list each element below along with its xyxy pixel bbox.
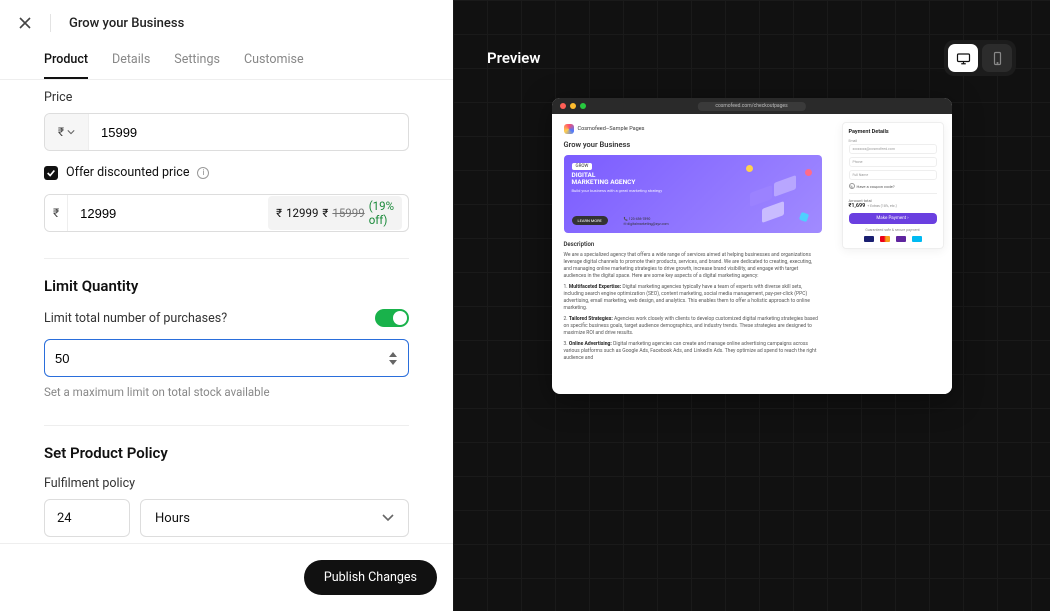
tab-product[interactable]: Product: [44, 46, 88, 79]
preview-page-right: Payment Details Email xxxxxxxx@cosmofeed…: [834, 114, 952, 394]
divider: [44, 258, 409, 259]
chevron-up-icon[interactable]: [388, 351, 398, 357]
publish-button[interactable]: Publish Changes: [304, 560, 437, 595]
visa-icon: [864, 236, 874, 242]
limit-section-title: Limit Quantity: [44, 277, 409, 295]
fulfilment-value-input[interactable]: 24: [44, 499, 130, 537]
hero-badge: GROW: [572, 163, 593, 170]
hero-contacts: 📞 123-456-7890 ✉ digitalmarketing@xyz.co…: [624, 217, 669, 227]
device-toggle: [944, 40, 1016, 76]
divider: [44, 425, 409, 426]
point1: 1. Multifaceted Expertise: Digital marke…: [564, 284, 822, 312]
page-title: Grow your Business: [69, 16, 184, 31]
mobile-device-button[interactable]: [982, 44, 1012, 72]
brand-row: Cosmofeed–Sample Pages: [564, 124, 822, 134]
discount-input[interactable]: [68, 206, 268, 221]
price-label: Price: [44, 90, 409, 105]
limit-toggle-label: Limit total number of purchases?: [44, 311, 227, 326]
payment-card: Payment Details Email xxxxxxxx@cosmofeed…: [842, 122, 944, 249]
secure-row: Guaranteed safe & secure payment: [849, 228, 937, 232]
tab-details[interactable]: Details: [112, 46, 150, 79]
chevron-down-icon: [382, 514, 394, 522]
preview-page-left: Cosmofeed–Sample Pages Grow your Busines…: [552, 114, 834, 394]
browser-bar: cosmofeed.com/checkoutpages: [552, 98, 952, 114]
fulfilment-unit-select[interactable]: Hours: [140, 499, 409, 537]
tab-customise[interactable]: Customise: [244, 46, 304, 79]
pay-phone-field: Phone: [849, 157, 937, 167]
phonepe-icon: [896, 236, 906, 242]
currency-select[interactable]: ₹: [45, 114, 89, 150]
hero-art: [740, 159, 818, 229]
mastercard-icon: [880, 236, 890, 242]
tab-settings[interactable]: Settings: [174, 46, 220, 79]
pay-title: Payment Details: [849, 129, 937, 135]
desc-label: Description: [564, 241, 822, 248]
policy-section-title: Set Product Policy: [44, 444, 409, 462]
fulfilment-unit-value: Hours: [155, 511, 190, 526]
stepper[interactable]: [388, 351, 398, 365]
discount-checkbox[interactable]: [44, 166, 58, 180]
point2: 2. Tailored Strategies: Agencies work cl…: [564, 316, 822, 337]
price-input[interactable]: [89, 125, 408, 140]
info-icon[interactable]: i: [197, 167, 209, 179]
discount-badge: ₹ 12999 ₹ 15999 (19% off): [268, 196, 402, 230]
discount-currency: ₹: [45, 195, 68, 231]
make-payment-button: Make Payment ›: [849, 213, 937, 224]
discount-input-row: ₹ ₹ 12999 ₹ 15999 (19% off): [44, 194, 409, 232]
discount-checkbox-label: Offer discounted price: [66, 165, 189, 180]
amount-value: ₹1,699+ Extras (18%, etc.): [849, 203, 937, 209]
limit-toggle[interactable]: [375, 309, 409, 327]
preview-browser: cosmofeed.com/checkoutpages Cosmofeed–Sa…: [552, 98, 952, 394]
preview-page-heading: Grow your Business: [564, 140, 822, 149]
currency-symbol: ₹: [58, 125, 64, 139]
window-dot-green: [580, 103, 586, 109]
brand-name: Cosmofeed–Sample Pages: [578, 126, 645, 132]
limit-input[interactable]: [55, 351, 388, 366]
limit-input-wrap: [44, 339, 409, 377]
url-pill: cosmofeed.com/checkoutpages: [697, 102, 805, 111]
fulfilment-label: Fulfilment policy: [44, 476, 409, 491]
limit-helper: Set a maximum limit on total stock avail…: [44, 385, 409, 399]
window-dot-yellow: [570, 103, 576, 109]
desktop-device-button[interactable]: [948, 44, 978, 72]
publish-bar: Publish Changes: [0, 543, 453, 611]
divider: [849, 193, 937, 194]
brand-logo-icon: [564, 124, 574, 134]
window-dot-red: [560, 103, 566, 109]
point3: 3. Online Advertising: Digital marketing…: [564, 341, 822, 362]
price-input-row: ₹: [44, 113, 409, 151]
paytm-icon: [912, 236, 922, 242]
pay-email-label: Email: [849, 139, 937, 143]
hero-banner: GROW DIGITAL MARKETING AGENCY Build your…: [564, 155, 822, 233]
desc-para: We are a specialized agency that offers …: [564, 252, 822, 280]
chevron-down-icon[interactable]: [388, 359, 398, 365]
preview-title: Preview: [487, 49, 540, 67]
pay-logos: [849, 236, 937, 242]
pay-email-field: xxxxxxxx@cosmofeed.com: [849, 144, 937, 154]
chevron-down-icon: [67, 128, 75, 136]
tabs: Product Details Settings Customise: [0, 46, 453, 80]
learn-more-button: LEARN MORE: [572, 216, 608, 225]
close-icon[interactable]: [18, 16, 32, 30]
tag-icon: %: [849, 183, 855, 189]
pay-name-field: Full Name: [849, 170, 937, 180]
divider: [50, 14, 51, 32]
coupon-row: %Have a coupon code?: [849, 183, 937, 189]
